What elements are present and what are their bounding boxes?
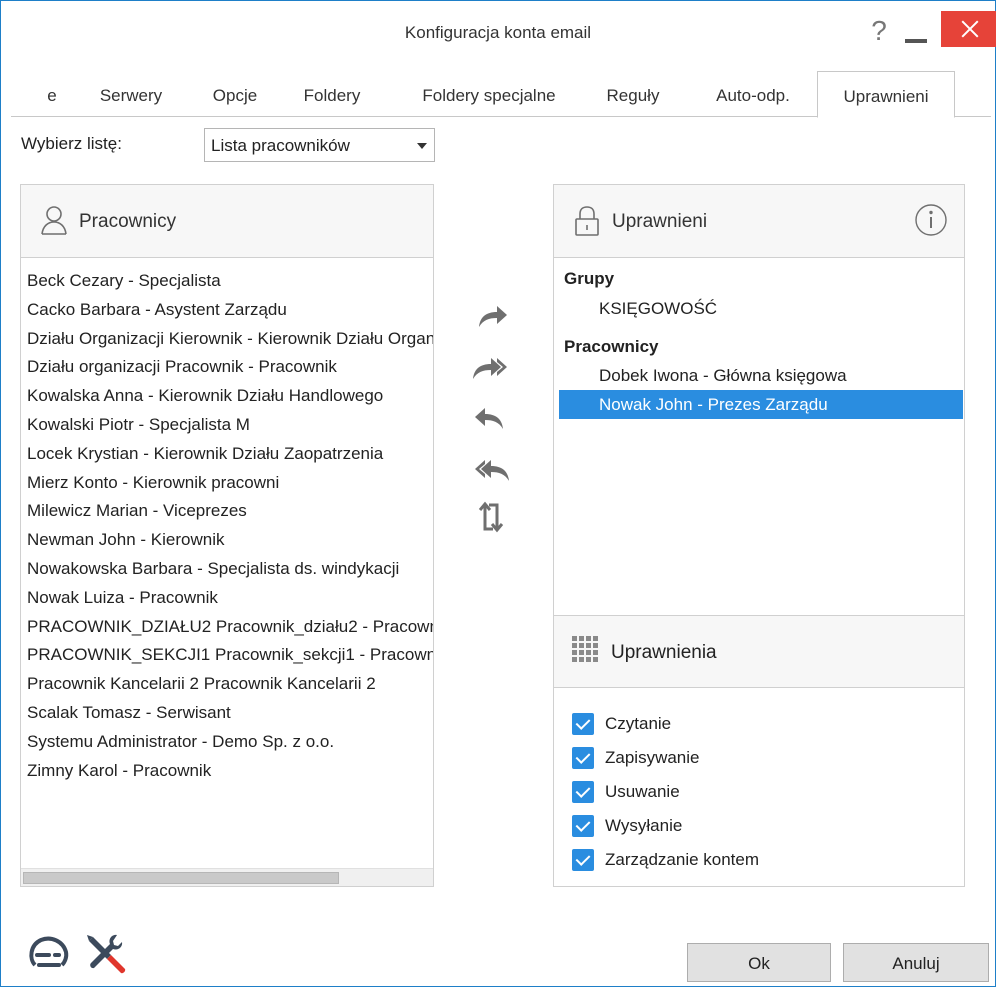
horizontal-scrollbar[interactable] xyxy=(21,868,433,886)
rights-section-title: Uprawnienia xyxy=(611,642,717,663)
tools-icon xyxy=(87,934,126,974)
info-icon[interactable] xyxy=(914,203,948,242)
employees-panel: Pracownicy Beck Cezary - Specjalista Cack… xyxy=(20,184,434,887)
chevron-down-icon xyxy=(417,143,427,149)
employee-list-item[interactable]: Cacko Barbara - Asystent Zarządu xyxy=(27,296,433,325)
checkbox-checked-icon[interactable] xyxy=(572,849,594,871)
permitted-list: Grupy KSIĘGOWOŚĆ Pracownicy Dobek Iwona … xyxy=(554,259,964,615)
checkbox-label: Wysyłanie xyxy=(605,816,683,835)
employee-list-item[interactable]: Scalak Tomasz - Serwisant xyxy=(27,699,433,728)
scrollbar-thumb[interactable] xyxy=(23,872,339,884)
email-config-window: Konfiguracja konta email ? e Serwery Opc… xyxy=(0,0,996,987)
permitted-employees-section-title: Pracownicy xyxy=(564,337,659,356)
permitted-panel-title: Uprawnieni xyxy=(612,211,708,232)
minimize-button[interactable] xyxy=(905,39,927,43)
tab-options[interactable]: Opcje xyxy=(195,71,275,117)
move-all-right-button[interactable] xyxy=(471,349,511,385)
list-selector-label: Wybierz listę: xyxy=(21,134,122,153)
speedometer-icon xyxy=(29,936,69,967)
employee-list-item[interactable]: PRACOWNIK_DZIAŁU2 Pracownik_działu2 - Pr… xyxy=(27,613,433,642)
employee-list-item[interactable]: Nowak Luiza - Pracownik xyxy=(27,584,433,613)
checkbox-checked-icon[interactable] xyxy=(572,815,594,837)
sync-button[interactable] xyxy=(471,499,511,535)
employee-list-item[interactable]: Kowalski Piotr - Specjalista M xyxy=(27,411,433,440)
employee-list-item[interactable]: Zimny Karol - Pracownik xyxy=(27,757,433,786)
employee-list-item[interactable]: Newman John - Kierownik xyxy=(27,526,433,555)
employee-list-item[interactable]: Beck Cezary - Specjalista xyxy=(27,267,433,296)
employee-list-item[interactable]: Działu organizacji Pracownik - Pracownik xyxy=(27,353,433,382)
employee-list-item[interactable]: Pracownik Kancelarii 2 Pracownik Kancela… xyxy=(27,670,433,699)
tab-permissions[interactable]: Uprawnieni xyxy=(817,71,955,118)
move-right-icon xyxy=(479,306,507,327)
checkbox-checked-icon[interactable] xyxy=(572,747,594,769)
move-left-button[interactable] xyxy=(471,399,511,435)
rights-section-header: Uprawnienia xyxy=(554,615,964,688)
cancel-button[interactable]: Anuluj xyxy=(843,943,989,982)
employees-panel-header: Pracownicy xyxy=(21,185,433,258)
employee-list-item[interactable]: Kowalska Anna - Kierownik Działu Handlow… xyxy=(27,382,433,411)
employees-panel-title: Pracownicy xyxy=(79,211,177,232)
permitted-panel: Uprawnieni Grupy KSIĘGOWOŚĆ Pracownicy D… xyxy=(553,184,965,887)
list-selector-dropdown[interactable]: Lista pracowników xyxy=(204,128,435,162)
sync-icon xyxy=(478,501,504,533)
tab-folders[interactable]: Foldery xyxy=(285,71,379,117)
window-title: Konfiguracja konta email xyxy=(404,23,592,42)
tab-special-folders[interactable]: Foldery specjalne xyxy=(391,71,587,117)
employee-list-item[interactable]: Mierz Konto - Kierownik pracowni xyxy=(27,469,433,498)
ok-button[interactable]: Ok xyxy=(687,943,831,982)
employee-list-item[interactable]: Systemu Administrator - Demo Sp. z o.o. xyxy=(27,728,433,757)
tab-auto-reply[interactable]: Auto-odp. xyxy=(693,71,813,117)
list-selector-value: Lista pracowników xyxy=(211,136,350,155)
help-button[interactable]: ? xyxy=(867,15,891,47)
employee-list-item[interactable]: Locek Krystian - Kierownik Działu Zaopat… xyxy=(27,440,433,469)
title-bar: Konfiguracja konta email ? xyxy=(1,1,996,67)
permitted-employee-item[interactable]: Dobek Iwona - Główna księgowa xyxy=(559,361,963,390)
speedometer-button[interactable] xyxy=(27,933,71,978)
tab-bar: e Serwery Opcje Foldery Foldery specjaln… xyxy=(11,71,991,118)
tab-servers[interactable]: Serwery xyxy=(85,71,177,117)
move-all-left-icon xyxy=(475,460,509,481)
group-item[interactable]: KSIĘGOWOŚĆ xyxy=(559,294,963,323)
checkbox-label: Zarządzanie kontem xyxy=(605,850,760,869)
groups-section-title: Grupy xyxy=(564,269,615,288)
employees-list[interactable]: Beck Cezary - Specjalista Cacko Barbara -… xyxy=(27,267,433,785)
lock-icon xyxy=(574,205,600,242)
employee-list-item[interactable]: Nowakowska Barbara - Specjalista ds. win… xyxy=(27,555,433,584)
move-left-icon xyxy=(475,408,503,429)
employee-list-item[interactable]: Milewicz Marian - Viceprezes xyxy=(27,497,433,526)
checkbox-checked-icon[interactable] xyxy=(572,781,594,803)
checkbox-label: Zapisywanie xyxy=(605,748,700,767)
user-icon xyxy=(41,205,67,240)
grid-icon xyxy=(572,636,598,667)
checkbox-label: Czytanie xyxy=(605,714,672,733)
tab-rules[interactable]: Reguły xyxy=(593,71,673,117)
checkbox-label: Usuwanie xyxy=(605,782,680,801)
checkbox-checked-icon[interactable] xyxy=(572,713,594,735)
move-all-left-button[interactable] xyxy=(471,451,511,487)
close-button[interactable] xyxy=(941,11,996,47)
employee-list-item[interactable]: PRACOWNIK_SEKCJI1 Pracownik_sekcji1 - Pr… xyxy=(27,641,433,670)
permitted-panel-header: Uprawnieni xyxy=(554,185,964,258)
move-right-button[interactable] xyxy=(471,297,511,333)
tools-button[interactable] xyxy=(83,931,129,982)
permitted-employee-item-selected[interactable]: Nowak John - Prezes Zarządu xyxy=(559,390,963,419)
tab-general[interactable]: e xyxy=(29,71,75,117)
move-all-right-icon xyxy=(473,358,507,379)
employee-list-item[interactable]: Działu Organizacji Kierownik - Kierownik… xyxy=(27,325,433,354)
